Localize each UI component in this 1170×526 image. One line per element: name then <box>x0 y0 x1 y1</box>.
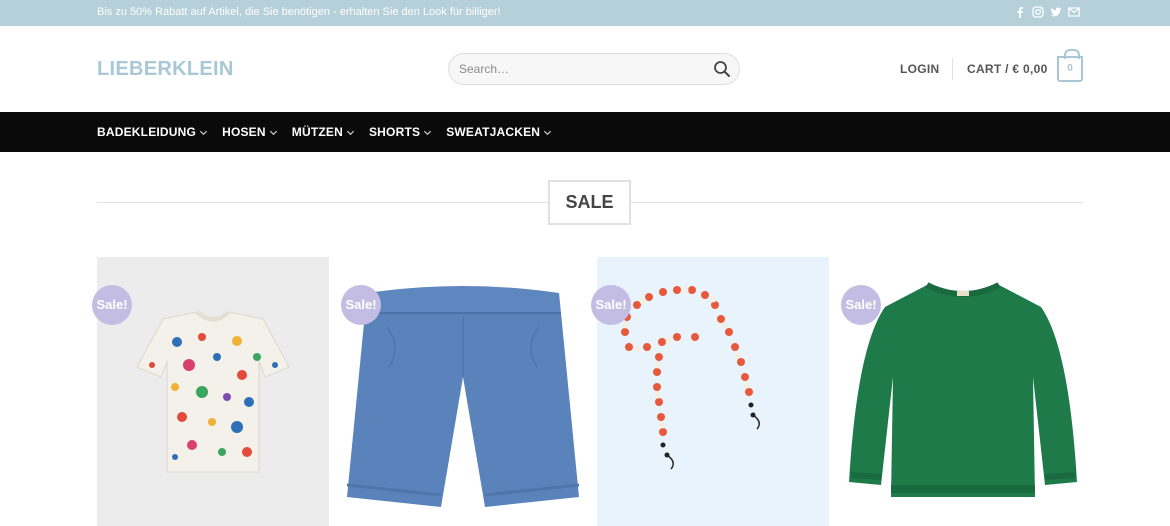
header-divider <box>952 58 953 80</box>
twitter-icon[interactable] <box>1050 5 1062 18</box>
section-title: SALE <box>548 180 631 225</box>
nav-item-label: BADEKLEIDUNG <box>97 125 197 139</box>
email-icon[interactable] <box>1068 5 1080 18</box>
sale-badge: Sale! <box>92 285 132 325</box>
product-card[interactable] <box>97 257 329 526</box>
sale-badge: Sale! <box>341 285 381 325</box>
facebook-icon[interactable] <box>1014 5 1026 18</box>
product-image-blue-shorts <box>347 257 579 526</box>
nav-item-shorts[interactable]: SHORTS <box>369 125 432 139</box>
search-icon[interactable] <box>713 60 731 78</box>
main-nav: BADEKLEIDUNG HOSEN MÜTZEN SHORTS SWEATJA… <box>0 112 1170 152</box>
nav-item-label: MÜTZEN <box>291 125 343 139</box>
sale-badge: Sale! <box>591 285 631 325</box>
cart-bag-icon[interactable]: 0 <box>1057 49 1083 82</box>
cart-count: 0 <box>1067 63 1073 74</box>
chevron-down-icon <box>544 130 552 135</box>
chevron-down-icon <box>346 130 355 135</box>
top-bar: Bis zu 50% Rabatt auf Artikel, die Sie b… <box>0 0 1170 26</box>
product-card[interactable] <box>597 257 829 526</box>
nav-item-hosen[interactable]: HOSEN <box>222 125 278 139</box>
site-logo[interactable]: LIEBERKLEIN <box>97 58 234 81</box>
product-card[interactable] <box>847 257 1079 526</box>
nav-item-muetzen[interactable]: MÜTZEN <box>292 125 355 139</box>
search-input[interactable] <box>449 54 699 84</box>
instagram-icon[interactable] <box>1032 5 1044 18</box>
nav-item-label: SHORTS <box>368 125 421 139</box>
nav-item-badekleidung[interactable]: BADEKLEIDUNG <box>97 125 208 139</box>
nav-item-label: HOSEN <box>222 125 266 139</box>
nav-item-sweatjacken[interactable]: SWEATJACKEN <box>446 125 552 139</box>
product-image-bead-chain <box>597 257 829 526</box>
chevron-down-icon <box>269 130 277 135</box>
product-image-green-sweater <box>847 257 1079 526</box>
search-box <box>448 53 740 85</box>
site-header: LIEBERKLEIN LOGIN CART / € 0,00 0 <box>0 26 1170 112</box>
product-image-printed-tshirt <box>97 257 329 526</box>
social-links <box>1014 5 1080 18</box>
chevron-down-icon <box>200 130 208 135</box>
promo-text: Bis zu 50% Rabatt auf Artikel, die Sie b… <box>97 6 501 18</box>
sale-badge: Sale! <box>841 285 881 325</box>
cart-link[interactable]: CART / € 0,00 <box>967 62 1048 76</box>
product-card[interactable] <box>347 257 579 526</box>
login-link[interactable]: LOGIN <box>900 62 940 76</box>
nav-item-label: SWEATJACKEN <box>446 125 541 139</box>
chevron-down-icon <box>424 130 432 135</box>
